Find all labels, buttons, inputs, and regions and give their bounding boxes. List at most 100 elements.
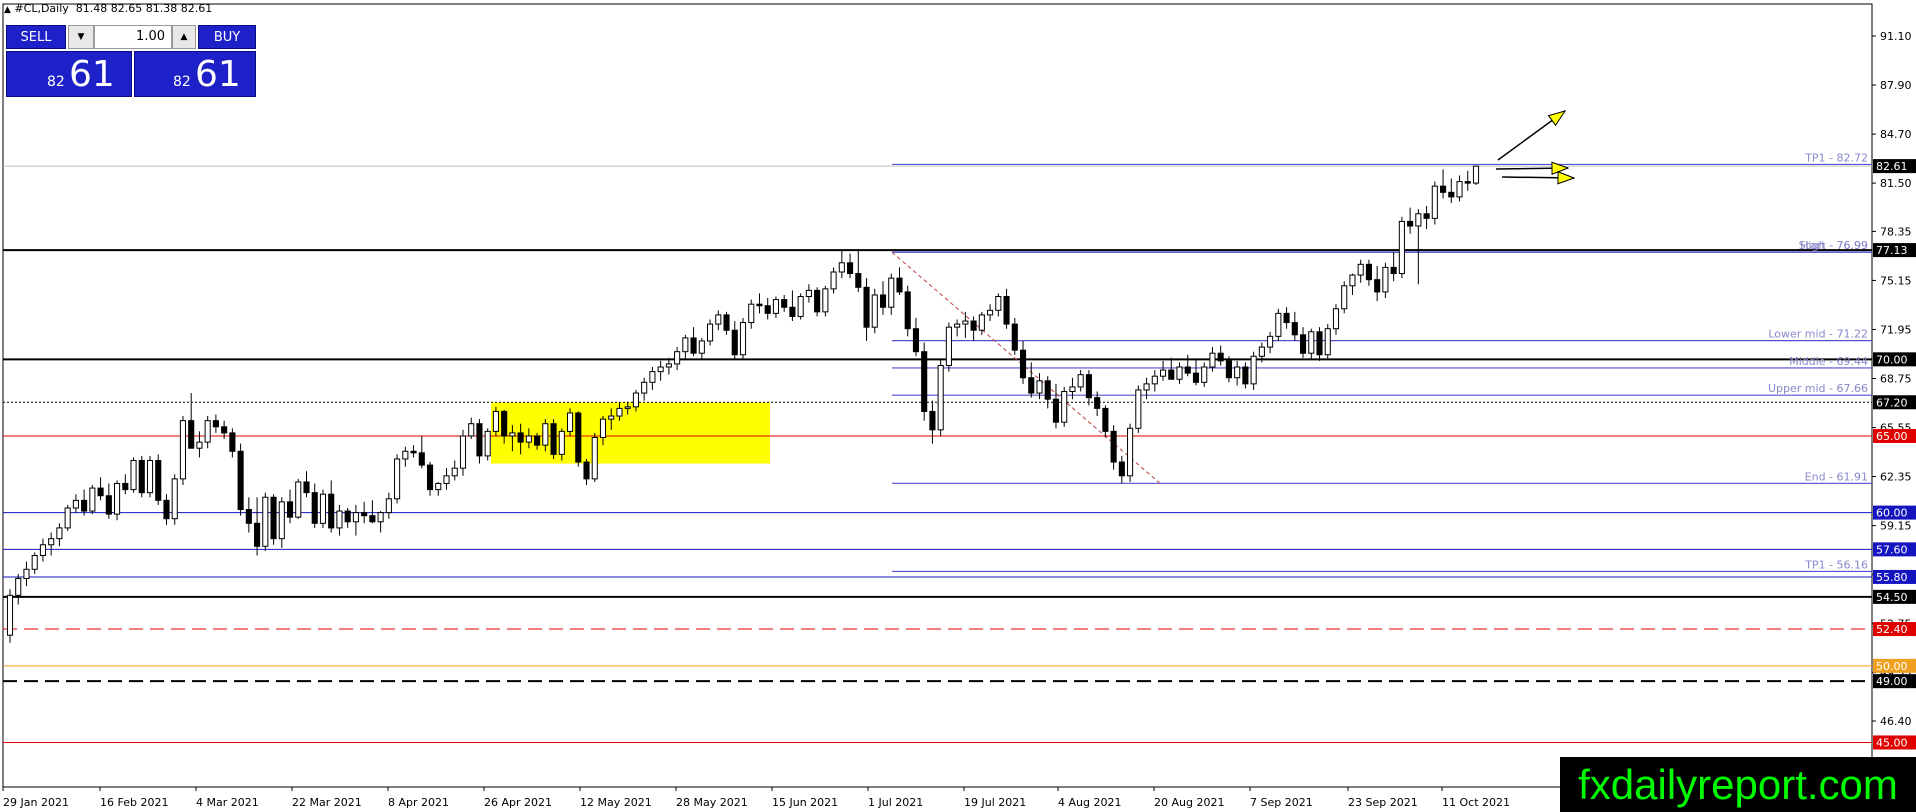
fib-level-label: Upper mid - 67.66 <box>1768 382 1868 395</box>
candle-body <box>1019 349 1027 379</box>
candle-body <box>772 299 779 314</box>
y-axis-tick-label: 46.40 <box>1880 715 1912 728</box>
price-tag: 54.50 <box>1876 591 1908 604</box>
candle-body <box>542 423 549 446</box>
candle-body <box>1324 328 1331 356</box>
candle-body <box>814 289 821 313</box>
candle-body <box>459 435 467 469</box>
price-tag: 67.20 <box>1876 396 1908 409</box>
candle-body <box>1308 331 1315 354</box>
candle-body <box>1316 331 1323 356</box>
candle-body <box>1267 335 1274 348</box>
candle-body <box>1382 266 1389 293</box>
candle-body <box>987 309 994 316</box>
candle-body <box>723 314 730 331</box>
candle-body <box>525 435 532 443</box>
price-tag: 60.00 <box>1876 507 1908 520</box>
candle-body <box>254 522 261 547</box>
candle-body <box>1052 398 1060 423</box>
candle-body <box>1258 346 1265 357</box>
candle-body <box>822 288 829 313</box>
candle-body <box>616 407 623 417</box>
candle-body <box>1250 355 1257 385</box>
candle-body <box>171 478 178 520</box>
candle-body <box>155 459 162 501</box>
candle-body <box>344 510 351 523</box>
candle-body <box>888 277 895 308</box>
candle-body <box>212 420 219 428</box>
candle-body <box>72 499 79 509</box>
candle-body <box>394 458 401 500</box>
candle-body <box>361 512 368 517</box>
candle-body <box>402 450 409 460</box>
candle-body <box>262 496 269 547</box>
y-axis-tick-label: 75.15 <box>1880 274 1912 287</box>
x-axis-tick-label: 7 Sep 2021 <box>1250 796 1313 809</box>
fib-level-label: Lower mid - 71.22 <box>1768 328 1868 341</box>
lot-decrease-icon[interactable]: ▼ <box>68 25 94 49</box>
candle-body <box>624 406 631 409</box>
buy-price-prefix: 82 <box>173 74 191 90</box>
sell-button[interactable]: SELL <box>6 25 66 49</box>
candle-body <box>369 515 376 523</box>
candle-body <box>591 436 598 480</box>
candle-body <box>871 294 878 328</box>
sell-price-button[interactable]: 82 61 <box>6 51 132 97</box>
candle-body <box>739 322 747 356</box>
price-tag: 49.00 <box>1876 675 1908 688</box>
candle-body <box>855 273 862 288</box>
candle-body <box>426 464 434 491</box>
candle-body <box>1102 407 1109 432</box>
x-axis-tick-label: 23 Sep 2021 <box>1348 796 1418 809</box>
candle-body <box>410 450 417 454</box>
y-axis-tick-label: 87.90 <box>1880 79 1912 92</box>
candle-body <box>657 366 664 373</box>
candle-body <box>583 461 590 480</box>
candle-body <box>1061 391 1068 423</box>
x-axis-tick-label: 11 Oct 2021 <box>1442 796 1510 809</box>
candle-body <box>954 323 961 328</box>
candle-body <box>48 538 55 546</box>
candle-body <box>945 326 952 366</box>
lot-increase-icon[interactable]: ▲ <box>172 25 196 49</box>
collapse-triangle-icon[interactable]: ▲ <box>4 5 11 15</box>
fib-level-label: High - 76.99 <box>1800 239 1868 252</box>
candle-body <box>336 510 343 529</box>
candle-body <box>641 381 648 394</box>
candle-body <box>781 299 788 308</box>
candle-body <box>1094 397 1101 409</box>
x-axis-tick-label: 15 Jun 2021 <box>772 796 838 809</box>
candle-body <box>114 482 121 515</box>
candle-body <box>1085 374 1092 399</box>
candle-body <box>435 482 442 491</box>
candle-body <box>847 262 854 275</box>
candle-body <box>1192 372 1200 383</box>
candle-body <box>764 305 771 314</box>
candle-body <box>1415 213 1422 227</box>
fib-level-label: TP1 - 56.16 <box>1804 558 1868 571</box>
price-chart[interactable]: TP1 - 82.72Start - 76.99High - 76.99Lowe… <box>0 0 1916 812</box>
candle-body <box>912 328 920 353</box>
price-tag: 70.00 <box>1876 353 1908 366</box>
candle-body <box>1349 274 1356 287</box>
candle-body <box>1118 461 1125 477</box>
candle-body <box>566 412 574 432</box>
candle-body <box>163 499 170 520</box>
candle-body <box>1077 374 1084 388</box>
candle-body <box>385 498 392 514</box>
candle-body <box>64 507 71 529</box>
lot-size-input[interactable]: 1.00 <box>94 25 172 49</box>
y-axis-tick-label: 84.70 <box>1880 128 1912 141</box>
y-axis-tick-label: 62.35 <box>1880 471 1912 484</box>
candle-body <box>468 423 475 437</box>
candle-body <box>1431 185 1438 219</box>
candle-body <box>904 291 911 330</box>
watermark-logo: fxdailyreport.com <box>1560 757 1916 812</box>
candle-body <box>649 371 656 383</box>
x-axis-tick-label: 4 Mar 2021 <box>196 796 259 809</box>
candle-body <box>476 423 483 457</box>
candle-body <box>929 410 936 431</box>
candle-body <box>418 452 425 466</box>
buy-price-button[interactable]: 82 61 <box>134 51 256 97</box>
buy-button[interactable]: BUY <box>198 25 256 49</box>
